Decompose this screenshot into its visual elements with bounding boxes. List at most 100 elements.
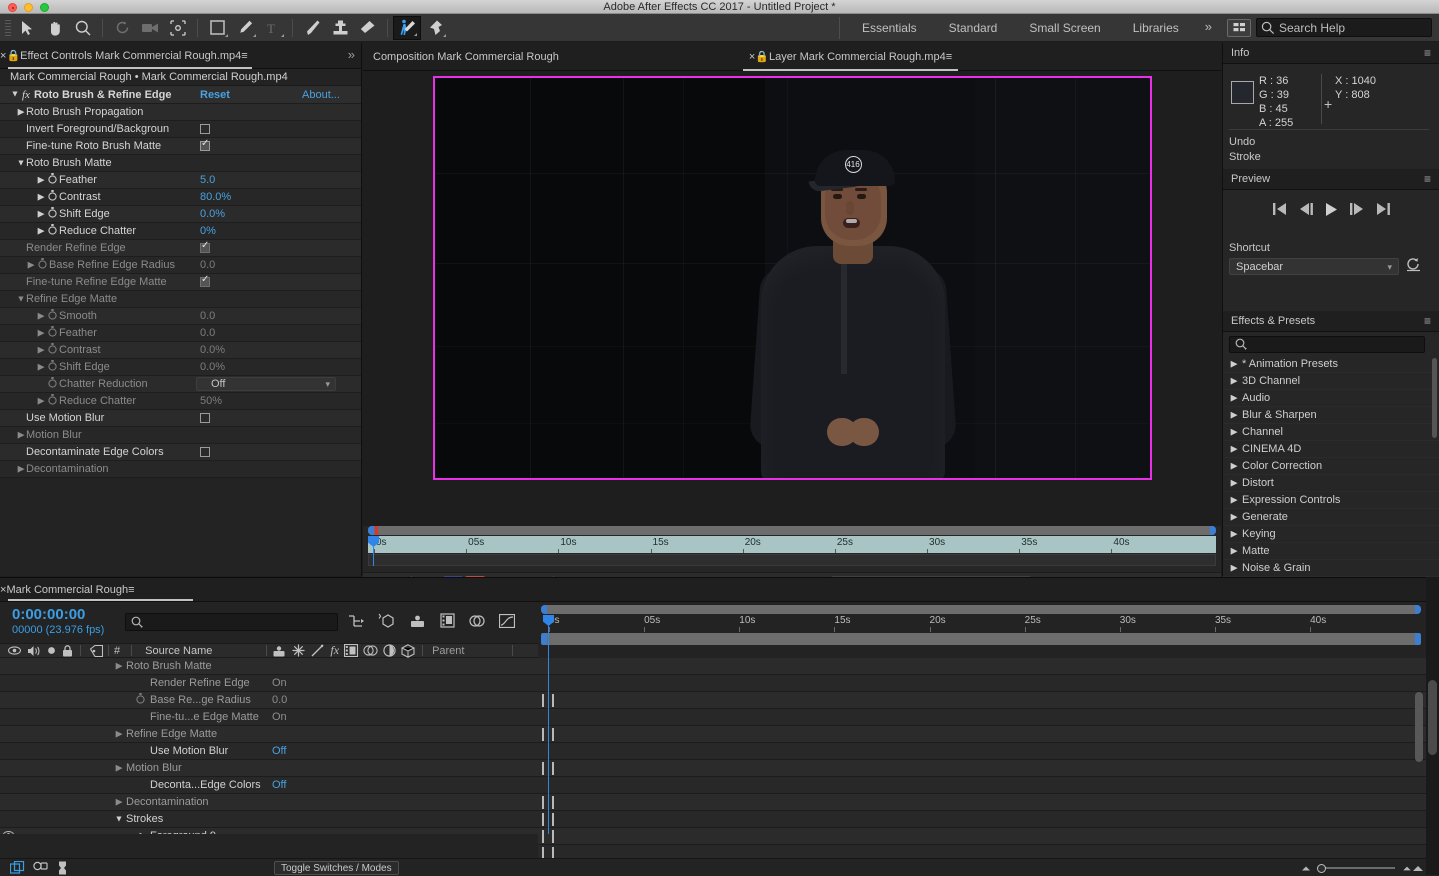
- scrollbar-left-handle[interactable]: [368, 526, 374, 535]
- panel-menu-icon[interactable]: ≡: [1424, 314, 1431, 328]
- timeline-property-row[interactable]: Deconta...Edge Colors Off: [0, 777, 538, 794]
- twirl-right-icon[interactable]: ▶: [113, 763, 126, 773]
- effect-property-value[interactable]: 5.0: [200, 174, 215, 186]
- effect-property-row[interactable]: Render Refine Edge: [0, 240, 361, 257]
- timeline-track-row[interactable]: [538, 692, 1427, 709]
- viewer-playhead[interactable]: [368, 536, 379, 566]
- effects-list-scrollbar[interactable]: [1432, 358, 1437, 438]
- twirl-right-icon[interactable]: ▶: [113, 729, 126, 739]
- twirl-right-icon[interactable]: ▶: [35, 362, 48, 372]
- effects-category-row[interactable]: ▶ Distort: [1223, 475, 1439, 492]
- search-help-input[interactable]: Search Help: [1256, 18, 1432, 37]
- twirl-right-icon[interactable]: ▶: [35, 175, 48, 185]
- twirl-right-icon[interactable]: ▶: [35, 328, 48, 338]
- effect-property-row[interactable]: ▼ Refine Edge Matte: [0, 291, 361, 308]
- effect-property-row[interactable]: ▶ Decontamination: [0, 461, 361, 478]
- roto-brush-bounding-box[interactable]: 416: [432, 76, 1152, 480]
- stopwatch-icon[interactable]: [46, 360, 59, 374]
- effects-search-input[interactable]: [1229, 336, 1425, 353]
- effect-property-row[interactable]: ▼ Roto Brush Matte: [0, 155, 361, 172]
- parent-column-header[interactable]: Parent: [432, 645, 464, 657]
- shape-tool[interactable]: [203, 16, 231, 40]
- timeline-zoom-slider[interactable]: [1293, 863, 1423, 873]
- play-icon[interactable]: [1325, 202, 1338, 216]
- effect-property-row[interactable]: ▶ Contrast 0.0%: [0, 342, 361, 359]
- viewer-time-ruler[interactable]: 0s 05s 10s 15s 20s 25s 30s 35s 40s: [368, 536, 1216, 553]
- effect-property-row[interactable]: Use Motion Blur: [0, 410, 361, 427]
- effects-category-row[interactable]: ▶ CINEMA 4D: [1223, 441, 1439, 458]
- lock-icon[interactable]: 🔒: [755, 50, 769, 63]
- twirl-right-icon[interactable]: ▶: [15, 107, 28, 117]
- timeline-track-row[interactable]: [538, 709, 1427, 726]
- twirl-down-icon[interactable]: ▼: [15, 159, 28, 168]
- panel-menu-icon[interactable]: ≡: [946, 51, 952, 63]
- twirl-right-icon[interactable]: ▶: [35, 192, 48, 202]
- timeline-property-value[interactable]: Off: [272, 745, 286, 757]
- timeline-property-row[interactable]: ▶ Refine Edge Matte: [0, 726, 538, 743]
- timeline-right-scrollbar-thumb[interactable]: [1428, 680, 1437, 755]
- effect-property-row[interactable]: Invert Foreground/Backgroun: [0, 121, 361, 138]
- effects-category-row[interactable]: ▶ Channel: [1223, 424, 1439, 441]
- source-name-column-header[interactable]: Source Name: [145, 645, 212, 657]
- effect-twirl-icon[interactable]: ▼: [9, 90, 22, 99]
- effects-switch-icon[interactable]: fx: [330, 643, 339, 658]
- camera-tool[interactable]: [136, 16, 164, 40]
- twirl-right-icon[interactable]: ▶: [35, 209, 48, 219]
- timeline-track-row[interactable]: [538, 658, 1427, 675]
- workspace-essentials[interactable]: Essentials: [846, 14, 933, 42]
- timeline-property-row[interactable]: ▶Foreground 9: [0, 828, 538, 834]
- timeline-track-row[interactable]: [538, 828, 1427, 845]
- comp-family-icon[interactable]: [10, 860, 25, 875]
- brush-tool[interactable]: [298, 16, 326, 40]
- rotation-tool[interactable]: [108, 16, 136, 40]
- effect-property-row[interactable]: Chatter Reduction Off ▾: [0, 376, 361, 393]
- effect-property-value[interactable]: 0%: [200, 225, 216, 237]
- toggle-switches-modes-button[interactable]: Toggle Switches / Modes: [274, 861, 399, 875]
- effect-property-row[interactable]: Fine-tune Roto Brush Matte: [0, 138, 361, 155]
- puppet-pin-tool[interactable]: [421, 16, 449, 40]
- timeline-track-row[interactable]: [538, 811, 1427, 828]
- timeline-property-value[interactable]: Off: [272, 779, 286, 791]
- graph-editor-icon[interactable]: [499, 613, 515, 628]
- layer-visibility-toggle[interactable]: [0, 830, 16, 834]
- pan-behind-tool[interactable]: [164, 16, 192, 40]
- timeline-track-row[interactable]: [538, 675, 1427, 692]
- audio-column-icon[interactable]: [27, 645, 41, 657]
- zoom-slider-knob[interactable]: [1317, 864, 1326, 873]
- effect-header-row[interactable]: ▼ fx Roto Brush & Refine Edge Reset Abou…: [0, 86, 361, 104]
- effects-category-row[interactable]: ▶ 3D Channel: [1223, 373, 1439, 390]
- scrollbar-right-handle[interactable]: [1415, 605, 1421, 614]
- timeline-current-time[interactable]: 0:00:00:00: [12, 606, 85, 623]
- panel-menu-icon[interactable]: ≡: [128, 584, 134, 596]
- effects-category-row[interactable]: ▶ Noise & Grain: [1223, 560, 1439, 577]
- effect-property-value[interactable]: 0.0%: [200, 208, 225, 220]
- shortcut-reset-icon[interactable]: [1406, 258, 1421, 275]
- composition-mini-flowchart-icon[interactable]: [348, 614, 364, 628]
- timeline-playhead[interactable]: [543, 615, 554, 834]
- effects-category-row[interactable]: ▶ Generate: [1223, 509, 1439, 526]
- twirl-right-icon[interactable]: ▶: [137, 831, 150, 834]
- effect-property-row[interactable]: ▶ Shift Edge 0.0%: [0, 359, 361, 376]
- effect-property-row[interactable]: ▶ Shift Edge 0.0%: [0, 206, 361, 223]
- effects-category-row[interactable]: ▶ Color Correction: [1223, 458, 1439, 475]
- effect-property-checkbox[interactable]: [200, 138, 210, 151]
- stopwatch-icon[interactable]: [46, 309, 59, 323]
- toolbar-grip[interactable]: [3, 17, 13, 38]
- effect-property-row[interactable]: ▶ Smooth 0.0: [0, 308, 361, 325]
- panel-menu-icon[interactable]: ≡: [1424, 46, 1431, 60]
- twirl-right-icon[interactable]: ▶: [15, 430, 28, 440]
- viewer-stage[interactable]: 416: [363, 71, 1221, 526]
- collapse-switch-icon[interactable]: [292, 644, 305, 657]
- stopwatch-icon[interactable]: [46, 173, 59, 187]
- panel-overflow-icon[interactable]: »: [348, 47, 355, 62]
- roto-brush-tool[interactable]: [393, 15, 421, 40]
- timeline-property-value[interactable]: On: [272, 711, 287, 723]
- effect-property-value[interactable]: 0.0%: [200, 361, 225, 373]
- workspace-standard[interactable]: Standard: [933, 14, 1014, 42]
- workspace-small-screen[interactable]: Small Screen: [1013, 14, 1116, 42]
- effect-property-row[interactable]: ▶ Roto Brush Propagation: [0, 104, 361, 121]
- stopwatch-icon[interactable]: [46, 377, 59, 391]
- timeline-vertical-scrollbar[interactable]: [1415, 692, 1423, 762]
- lock-column-icon[interactable]: [62, 644, 73, 657]
- effect-property-row[interactable]: ▶ Motion Blur: [0, 427, 361, 444]
